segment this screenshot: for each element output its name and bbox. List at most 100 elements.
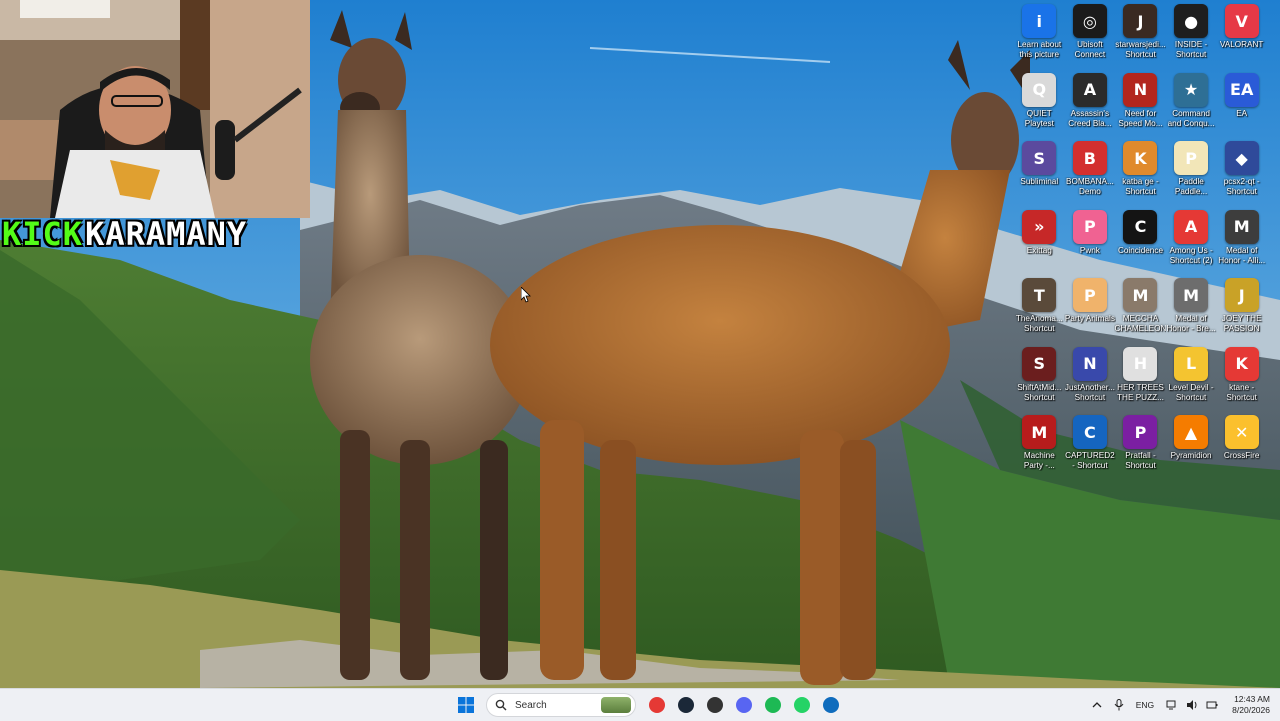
desktop-shortcut[interactable]: A Among Us - Shortcut (2)	[1166, 209, 1217, 279]
desktop-shortcut[interactable]: C Coincidence	[1115, 209, 1166, 279]
steam-taskbar-button[interactable]	[674, 693, 698, 717]
discord-icon	[735, 697, 752, 713]
desktop-shortcut[interactable]: ◆ pcsx2-qt - Shortcut	[1216, 141, 1267, 210]
desktop-shortcut[interactable]: H HER TREES THE PUZZ...	[1115, 346, 1166, 416]
desktop-shortcut-label: CAPTURED2 - Shortcut	[1065, 451, 1115, 470]
desktop-shortcut[interactable]: B BOMBANA... Demo	[1065, 141, 1116, 210]
windows-logo-icon	[457, 697, 474, 713]
desktop-shortcut[interactable]: ✕ CrossFire	[1216, 415, 1267, 484]
medal-of-honor-icon: M	[1224, 209, 1259, 244]
taskbar: Search ENG 12:43 AM 8/20/2026	[0, 688, 1280, 721]
desktop-shortcut[interactable]: ● INSIDE - Shortcut	[1166, 4, 1217, 73]
desktop-shortcut-label: Need for Speed Mo...	[1118, 108, 1163, 128]
whatsapp-icon	[793, 697, 810, 713]
desktop-shortcut-label: Machine Party -...	[1023, 451, 1055, 470]
desktop-shortcut[interactable]: M Machine Party -...	[1014, 415, 1065, 484]
desktop-shortcut[interactable]: L Level Devil - Shortcut	[1166, 346, 1217, 416]
desktop-shortcut[interactable]: M MECCHA CHAMELEON	[1115, 278, 1166, 347]
party-animals-icon: P	[1072, 278, 1107, 312]
desktop-shortcut[interactable]: Kktane - Shortcut	[1216, 346, 1267, 416]
just-another-icon: N	[1072, 346, 1107, 381]
bombana-icon: B	[1072, 141, 1107, 175]
desktop-shortcut[interactable]: » Exittag	[1014, 209, 1065, 279]
pratfall-icon: P	[1123, 415, 1158, 449]
desktop-shortcut-label: Learn about this picture	[1017, 40, 1062, 59]
desktop-shortcut-label: Assassin's Creed Bla...	[1068, 108, 1112, 128]
spotify-icon	[764, 697, 781, 713]
desktop-shortcut[interactable]: ◎ Ubisoft Connect	[1065, 4, 1116, 73]
shift-at-midnight-icon: S	[1022, 346, 1057, 381]
desktop-shortcut[interactable]: C CAPTURED2 - Shortcut	[1065, 415, 1116, 484]
exittag-icon: »	[1022, 209, 1057, 244]
joey-icon: J	[1224, 278, 1259, 312]
desktop-shortcut-label: HER TREES THE PUZZ...	[1117, 382, 1164, 402]
desktop-shortcut[interactable]: ★ Command and Conqu...	[1166, 72, 1217, 142]
desktop-shortcut[interactable]: S ShiftAtMid... Shortcut	[1014, 346, 1065, 416]
start-button[interactable]	[454, 693, 478, 717]
outlook-icon	[822, 697, 839, 713]
obs-icon	[706, 697, 723, 713]
spotify-taskbar-button[interactable]	[761, 693, 785, 717]
nfs-icon: N	[1123, 72, 1158, 107]
pwnk-icon: P	[1072, 209, 1107, 244]
desktop-shortcut[interactable]: J JOEY THE PASSION	[1216, 278, 1267, 347]
desktop-shortcut[interactable]: N Need for Speed Mo...	[1115, 72, 1166, 142]
discord-taskbar-button[interactable]	[732, 693, 756, 717]
desktop-shortcut[interactable]: N JustAnother... Shortcut	[1064, 346, 1116, 416]
desktop-shortcut[interactable]: T TheAnoma... Shortcut	[1014, 278, 1065, 347]
desktop-shortcut-label: pcsx2-qt - Shortcut	[1223, 177, 1260, 196]
machine-party-icon: M	[1022, 415, 1057, 449]
desktop-shortcut-label: MECCHA CHAMELEON	[1114, 314, 1167, 333]
desktop-shortcut[interactable]: EA EA	[1216, 72, 1267, 142]
taskbar-search-box[interactable]: Search	[486, 693, 636, 717]
desktop-shortcut[interactable]: Jstarwarsjedi... Shortcut	[1115, 4, 1166, 73]
desktop-shortcut[interactable]: P Paddle Paddle...	[1166, 141, 1217, 210]
desktop-shortcut-label: JustAnother... Shortcut	[1064, 382, 1115, 402]
meccha-icon: M	[1123, 278, 1158, 312]
desktop-shortcut[interactable]: i Learn about this picture	[1014, 4, 1065, 73]
desktop-shortcut[interactable]: P Pwnk	[1065, 209, 1116, 279]
desktop-shortcut[interactable]: Q QUIET Playtest	[1014, 72, 1065, 142]
microphone-icon	[1114, 699, 1124, 711]
paddle-icon: P	[1174, 141, 1209, 175]
search-highlight-image	[601, 697, 631, 713]
desktop-shortcut-label: ShiftAtMid... Shortcut	[1017, 382, 1062, 402]
streamer-name: KARAMANY	[85, 215, 248, 253]
desktop-shortcut-label: Coincidence	[1117, 245, 1164, 255]
outlook-taskbar-button[interactable]	[819, 693, 843, 717]
subliminal-icon: S	[1022, 141, 1057, 175]
desktop-shortcut[interactable]: S Subliminal	[1014, 141, 1065, 210]
language-indicator[interactable]: ENG	[1136, 700, 1154, 710]
desktop-shortcut[interactable]: P Party Animals	[1065, 278, 1116, 347]
crossfire-icon: ✕	[1224, 415, 1259, 449]
desktop-shortcut[interactable]: A Assassin's Creed Bla...	[1065, 72, 1116, 142]
desktop-shortcut[interactable]: Kkatba ge - Shortcut	[1115, 141, 1166, 210]
obs-taskbar-button[interactable]	[703, 693, 727, 717]
desktop-shortcut[interactable]: P Pratfall - Shortcut	[1115, 415, 1166, 484]
desktop-icon-grid: i Learn about this picture ◎ Ubisoft Connec…	[1014, 4, 1280, 484]
desktop-shortcut-label: Among Us - Shortcut (2)	[1169, 245, 1213, 265]
desktop-shortcut[interactable]: ▲ Pyramidion	[1166, 415, 1217, 484]
desktop-shortcut-label: BOMBANA... Demo	[1066, 177, 1114, 196]
desktop-shortcut[interactable]: M Medal of Honor - Alli...	[1216, 209, 1267, 279]
katba-icon: K	[1123, 141, 1158, 175]
microphone-button[interactable]	[1114, 699, 1124, 711]
level-devil-icon: L	[1174, 346, 1209, 381]
desktop-shortcut-label: TheAnoma... Shortcut	[1015, 314, 1063, 333]
desktop-shortcut-label: VALORANT	[1219, 40, 1264, 49]
ubisoft-icon: ◎	[1072, 4, 1107, 38]
medal-of-honor-breakthrough-icon: M	[1174, 278, 1209, 312]
assassins-creed-icon: A	[1072, 72, 1107, 107]
network-volume-group[interactable]	[1166, 699, 1218, 711]
quiet-icon: Q	[1022, 72, 1057, 107]
desktop-shortcut[interactable]: M Medal of Honor - Bre...	[1166, 278, 1217, 347]
show-hidden-icons-button[interactable]	[1092, 701, 1102, 709]
desktop-shortcut-label: Party Animals	[1064, 314, 1115, 323]
chrome-taskbar-button[interactable]	[645, 693, 669, 717]
clock-time: 12:43 AM	[1234, 694, 1270, 704]
whatsapp-taskbar-button[interactable]	[790, 693, 814, 717]
valorant-icon: V	[1224, 4, 1259, 38]
clock[interactable]: 12:43 AM 8/20/2026	[1232, 694, 1270, 716]
desktop-shortcut[interactable]: V VALORANT	[1216, 4, 1267, 73]
command-conquer-icon: ★	[1174, 72, 1209, 107]
